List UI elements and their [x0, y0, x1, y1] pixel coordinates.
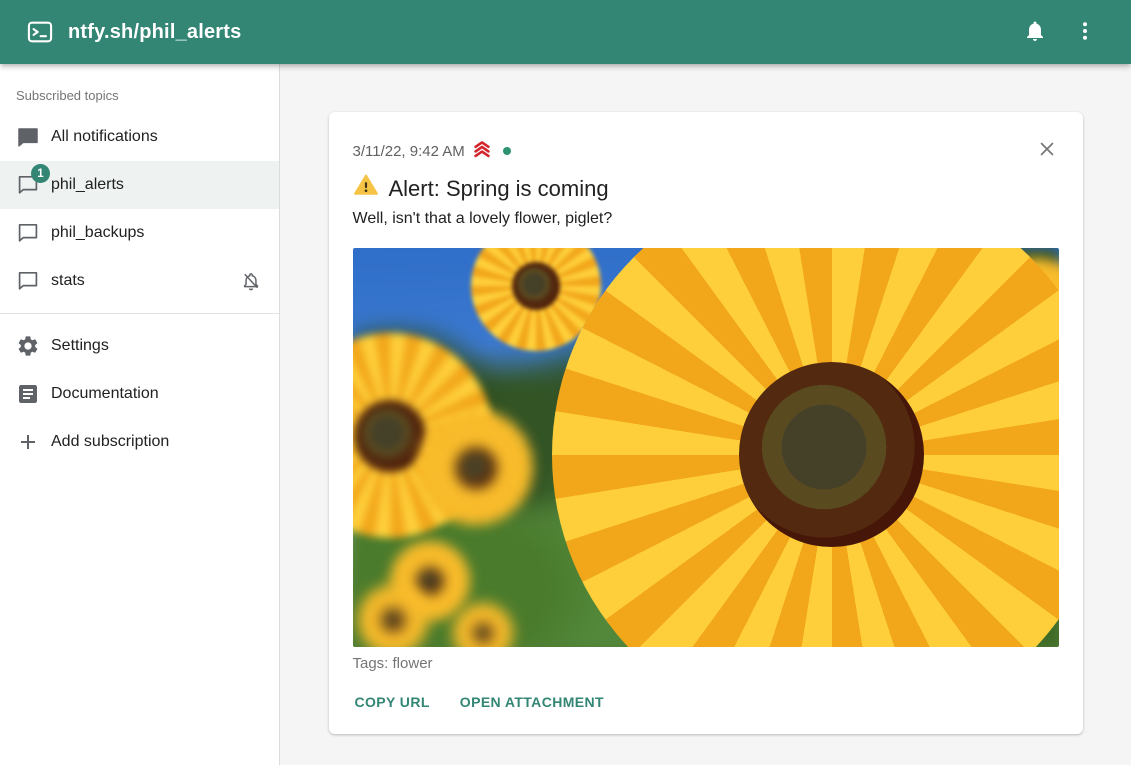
- chat-outline-icon: [16, 269, 40, 293]
- sidebar-item-label: All notifications: [51, 128, 263, 146]
- notification-title: Alert: Spring is coming: [389, 174, 609, 204]
- sidebar-item-label: Settings: [51, 337, 263, 355]
- notification-card: 3/11/22, 9:42 AM Alert: Spring is coming…: [329, 112, 1083, 734]
- open-attachment-button[interactable]: OPEN ATTACHMENT: [458, 688, 606, 716]
- notification-tags: Tags: flower: [353, 655, 1059, 672]
- notification-actions: COPY URL OPEN ATTACHMENT: [353, 688, 1059, 716]
- vertical-dots-icon: [1073, 19, 1097, 46]
- attachment-image[interactable]: [353, 248, 1059, 647]
- app-bar: ntfy.sh/phil_alerts: [0, 0, 1131, 64]
- sidebar: Subscribed topics All notifications 1 ph…: [0, 64, 280, 765]
- gear-icon: [16, 334, 40, 358]
- sidebar-item-phil-backups[interactable]: phil_backups: [0, 209, 279, 257]
- sidebar-item-label: Add subscription: [51, 433, 263, 451]
- sidebar-item-add-subscription[interactable]: Add subscription: [0, 418, 279, 466]
- article-icon: [16, 382, 40, 406]
- sidebar-section-label: Subscribed topics: [0, 64, 279, 113]
- priority-max-icon: [471, 138, 493, 164]
- notification-body: Well, isn't that a lovely flower, piglet…: [353, 208, 1059, 230]
- sidebar-divider: [0, 313, 279, 314]
- chat-filled-icon: [16, 125, 40, 149]
- unread-count-badge: 1: [31, 164, 50, 183]
- sidebar-item-label: Documentation: [51, 385, 263, 403]
- warning-triangle-icon: [353, 172, 379, 206]
- terminal-logo-icon: [26, 18, 54, 46]
- bell-muted-icon: [239, 269, 263, 293]
- sidebar-item-all-notifications[interactable]: All notifications: [0, 113, 279, 161]
- bell-icon: [1023, 19, 1047, 46]
- chat-outline-icon: 1: [16, 173, 40, 197]
- page-title: ntfy.sh/phil_alerts: [68, 21, 241, 44]
- close-icon: [1036, 138, 1058, 163]
- sidebar-item-documentation[interactable]: Documentation: [0, 370, 279, 418]
- sidebar-item-label: stats: [51, 272, 228, 290]
- notification-timestamp: 3/11/22, 9:42 AM: [353, 143, 465, 160]
- chat-outline-icon: [16, 221, 40, 245]
- sidebar-item-settings[interactable]: Settings: [0, 322, 279, 370]
- sidebar-item-stats[interactable]: stats: [0, 257, 279, 305]
- notifications-bell-button[interactable]: [1015, 12, 1055, 52]
- sidebar-item-label: phil_backups: [51, 224, 263, 242]
- sidebar-item-label: phil_alerts: [51, 176, 263, 194]
- plus-icon: [16, 430, 40, 454]
- copy-url-button[interactable]: COPY URL: [353, 688, 432, 716]
- notification-title-row: Alert: Spring is coming: [353, 172, 1059, 206]
- sidebar-item-phil-alerts[interactable]: 1 phil_alerts: [0, 161, 279, 209]
- unread-dot: [503, 147, 511, 155]
- notification-meta: 3/11/22, 9:42 AM: [353, 138, 1059, 164]
- close-notification-button[interactable]: [1033, 136, 1061, 164]
- main-content: 3/11/22, 9:42 AM Alert: Spring is coming…: [280, 64, 1131, 765]
- overflow-menu-button[interactable]: [1065, 12, 1105, 52]
